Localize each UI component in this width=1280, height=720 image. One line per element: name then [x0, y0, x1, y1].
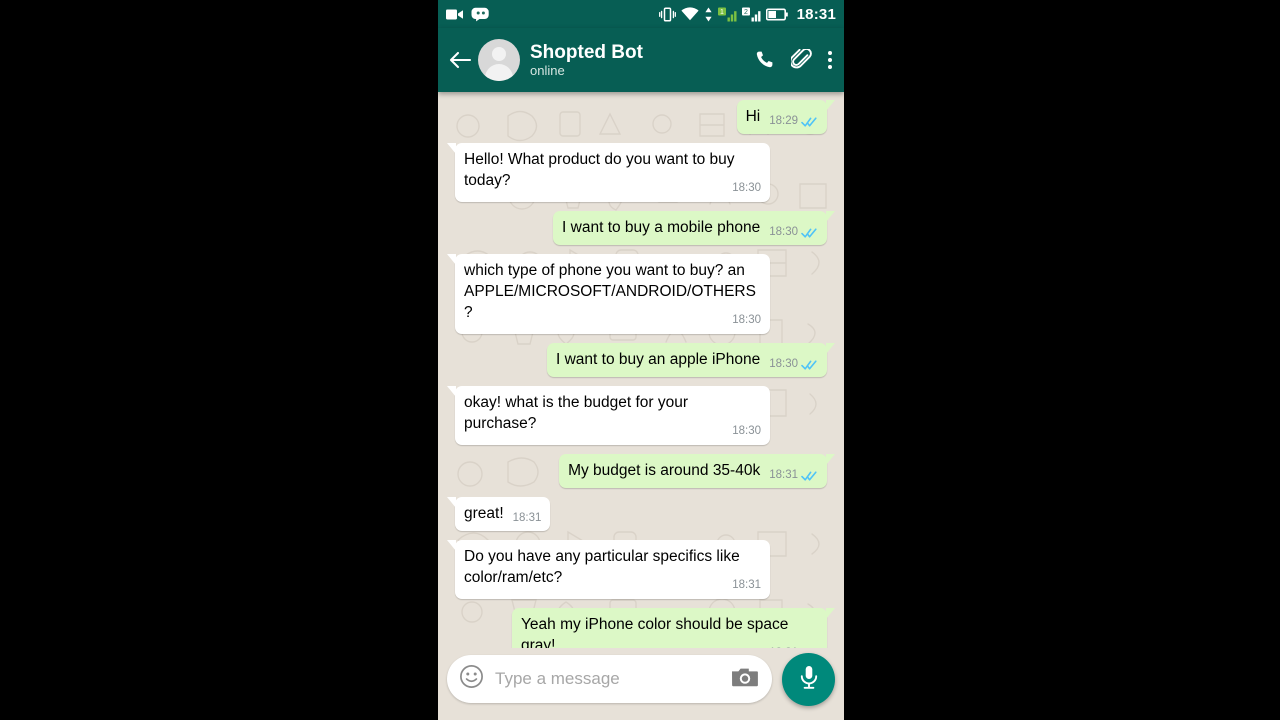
- message-row: which type of phone you want to buy? an …: [446, 254, 836, 334]
- message-row: okay! what is the budget for your purcha…: [446, 386, 836, 445]
- header-actions: [753, 49, 834, 71]
- signal-sim2-icon: 2: [741, 7, 761, 22]
- message-timestamp: 18:29: [769, 115, 798, 127]
- message-meta: 18:29: [769, 111, 818, 132]
- svg-text:2: 2: [744, 9, 748, 16]
- svg-text:1: 1: [720, 9, 724, 16]
- message-text: I want to buy a mobile phone: [562, 219, 761, 236]
- incoming-message-bubble[interactable]: Hello! What product do you want to buy t…: [447, 143, 770, 202]
- message-text: Hello! What product do you want to buy t…: [464, 151, 739, 189]
- message-timestamp: 18:30: [732, 425, 761, 437]
- call-icon[interactable]: [753, 49, 775, 71]
- message-meta: 18:30: [732, 310, 761, 331]
- read-receipt-icon: [801, 116, 817, 127]
- status-bar-right-icons: 1 2 18:31: [658, 5, 836, 23]
- avatar[interactable]: [478, 39, 520, 81]
- vibrate-icon: [658, 6, 676, 22]
- wifi-icon: [681, 7, 699, 21]
- incoming-message-bubble[interactable]: okay! what is the budget for your purcha…: [447, 386, 770, 445]
- message-text: which type of phone you want to buy? an …: [464, 262, 756, 321]
- attach-icon[interactable]: [791, 49, 812, 71]
- message-row: Do you have any particular specifics lik…: [446, 540, 836, 599]
- camera-icon[interactable]: [731, 666, 758, 693]
- battery-icon: [765, 8, 788, 21]
- signal-sim1-icon: 1: [717, 7, 737, 22]
- message-timestamp: 18:30: [732, 314, 761, 326]
- outgoing-message-bubble[interactable]: My budget is around 35-40k 18:31: [559, 454, 835, 488]
- chat-app-icon: [471, 7, 490, 22]
- composer-bar: Type a message: [438, 648, 844, 720]
- message-meta: 18:30: [769, 354, 818, 375]
- status-bar-left-icons: [446, 7, 490, 22]
- message-text: Yeah my iPhone color should be space gra…: [521, 616, 793, 648]
- message-timestamp: 18:30: [732, 182, 761, 194]
- outgoing-message-bubble[interactable]: Yeah my iPhone color should be space gra…: [512, 608, 835, 648]
- phone-viewport: 1 2 18:31 Shopted Bot online Hi 18:29 He…: [438, 0, 844, 720]
- message-timestamp: 18:31: [769, 469, 798, 481]
- video-camera-icon: [446, 8, 464, 21]
- message-timestamp: 18:30: [769, 226, 798, 238]
- read-receipt-icon: [801, 470, 817, 481]
- message-meta: 18:31: [513, 508, 542, 529]
- status-bar-clock: 18:31: [796, 5, 836, 23]
- incoming-message-bubble[interactable]: which type of phone you want to buy? an …: [447, 254, 770, 334]
- status-bar: 1 2 18:31: [438, 0, 844, 28]
- message-text: Do you have any particular specifics lik…: [464, 548, 744, 586]
- message-row: Hi 18:29: [446, 100, 836, 134]
- message-meta: 18:30: [732, 178, 761, 199]
- back-button[interactable]: [446, 46, 474, 74]
- message-row: Hello! What product do you want to buy t…: [446, 143, 836, 202]
- message-timestamp: 18:31: [512, 512, 542, 524]
- chat-title-block[interactable]: Shopted Bot online: [530, 42, 753, 79]
- smiley-icon[interactable]: [459, 664, 484, 694]
- chat-header: Shopted Bot online: [438, 28, 844, 92]
- read-receipt-icon: [801, 227, 817, 238]
- message-input-placeholder[interactable]: Type a message: [495, 669, 731, 689]
- message-meta: 18:31: [769, 465, 818, 486]
- incoming-message-bubble[interactable]: great! 18:31: [446, 497, 551, 531]
- message-list-container[interactable]: Hi 18:29 Hello! What product do you want t…: [438, 92, 844, 648]
- presence-status: online: [530, 62, 565, 78]
- message-text: My budget is around 35-40k: [568, 462, 761, 479]
- message-row: I want to buy a mobile phone 18:30: [446, 211, 836, 245]
- incoming-message-bubble[interactable]: Do you have any particular specifics lik…: [447, 540, 770, 599]
- avatar-head: [492, 47, 506, 61]
- message-input-container[interactable]: Type a message: [447, 655, 772, 703]
- message-timestamp: 18:31: [732, 579, 761, 591]
- back-arrow-icon: [448, 50, 472, 70]
- message-timestamp: 18:30: [769, 358, 798, 370]
- avatar-body: [485, 64, 513, 81]
- microphone-icon: [796, 663, 822, 696]
- screen: 1 2 18:31 Shopted Bot online Hi 18:29 He…: [0, 0, 1280, 720]
- message-row: I want to buy an apple iPhone 18:30: [446, 343, 836, 377]
- outgoing-message-bubble[interactable]: I want to buy an apple iPhone 18:30: [546, 343, 836, 377]
- message-row: Yeah my iPhone color should be space gra…: [446, 608, 836, 648]
- message-row: My budget is around 35-40k 18:31: [446, 454, 836, 488]
- message-list: Hi 18:29 Hello! What product do you want t…: [446, 100, 836, 648]
- outgoing-message-bubble[interactable]: I want to buy a mobile phone 18:30: [553, 211, 835, 245]
- data-transfer-icon: [704, 7, 713, 22]
- message-meta: 18:30: [732, 421, 761, 442]
- read-receipt-icon: [801, 359, 817, 370]
- message-meta: 18:30: [769, 222, 818, 243]
- voice-record-button[interactable]: [782, 652, 835, 706]
- outgoing-message-bubble[interactable]: Hi 18:29: [736, 100, 836, 134]
- message-meta: 18:31: [732, 575, 761, 596]
- contact-name: Shopted Bot: [530, 41, 643, 63]
- message-text: I want to buy an apple iPhone: [555, 351, 761, 368]
- message-text: Hi: [745, 108, 761, 125]
- message-text: okay! what is the budget for your purcha…: [464, 394, 693, 432]
- message-row: great! 18:31: [446, 497, 836, 531]
- overflow-menu-icon[interactable]: [828, 51, 832, 69]
- message-text: great!: [464, 505, 504, 522]
